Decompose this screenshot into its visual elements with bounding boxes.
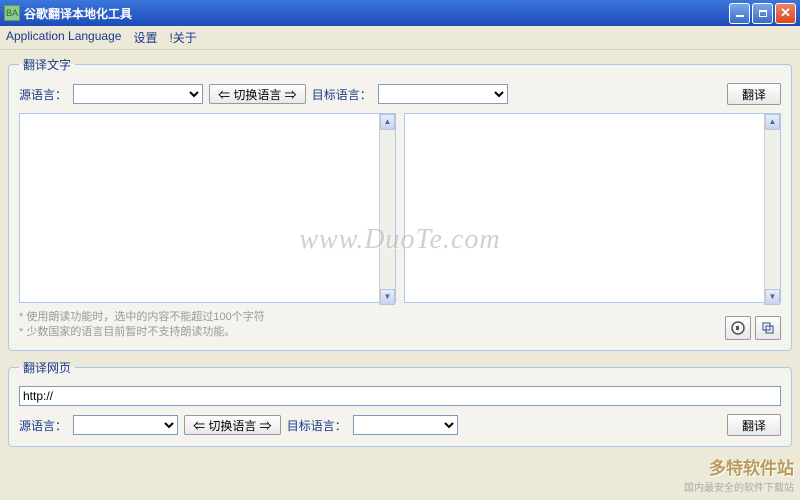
web-source-lang-label: 源语言： [19,417,67,434]
hints-text: * 使用朗读功能时，选中的内容不能超过100个字符 * 少数国家的语言目前暂时不… [19,310,725,340]
url-input[interactable] [19,386,781,406]
copy-button[interactable] [755,316,781,340]
speaker-icon [731,321,745,335]
source-text-input[interactable] [19,113,396,303]
web-target-lang-label: 目标语言： [287,417,347,434]
window-title: 谷歌翻译本地化工具 [24,5,729,22]
translate-text-panel: 翻译文字 源语言： ⇐ 切换语言 ⇒ 目标语言： 翻译 ▲ ▼ ▲ ▼ [8,56,792,351]
close-button[interactable]: ✕ [775,3,796,24]
target-text-output[interactable] [404,113,781,303]
scroll-down-icon[interactable]: ▼ [380,289,395,305]
scroll-down-icon[interactable]: ▼ [765,289,780,305]
window-controls: ✕ [729,3,796,24]
menu-settings[interactable]: 设置 [133,29,157,46]
hint-line-2: * 少数国家的语言目前暂时不支持朗读功能。 [19,325,725,340]
translate-web-legend: 翻译网页 [19,359,75,376]
minimize-button[interactable] [729,3,750,24]
menu-about[interactable]: !关于 [169,29,196,46]
copy-icon [761,321,775,335]
web-source-lang-select[interactable] [73,415,178,435]
scrollbar[interactable]: ▲ ▼ [764,114,780,305]
translate-web-panel: 翻译网页 源语言： ⇐ 切换语言 ⇒ 目标语言： 翻译 [8,359,792,447]
maximize-button[interactable] [752,3,773,24]
source-lang-label: 源语言： [19,86,67,103]
translate-web-button[interactable]: 翻译 [727,414,781,436]
watermark-brand-sub: 国内最安全的软件下载站 [684,479,794,494]
content-area: 翻译文字 源语言： ⇐ 切换语言 ⇒ 目标语言： 翻译 ▲ ▼ ▲ ▼ [0,50,800,461]
menu-app-language[interactable]: Application Language [6,29,121,46]
scrollbar[interactable]: ▲ ▼ [379,114,395,305]
titlebar: BA 谷歌翻译本地化工具 ✕ [0,0,800,26]
speak-button[interactable] [725,316,751,340]
web-target-lang-select[interactable] [353,415,458,435]
menubar: Application Language 设置 !关于 [0,26,800,50]
target-lang-select[interactable] [378,84,508,104]
swap-languages-button[interactable]: ⇐ 切换语言 ⇒ [209,84,306,104]
scroll-up-icon[interactable]: ▲ [380,114,395,130]
source-lang-select[interactable] [73,84,203,104]
app-icon: BA [4,5,20,21]
hint-line-1: * 使用朗读功能时，选中的内容不能超过100个字符 [19,310,725,325]
translate-text-button[interactable]: 翻译 [727,83,781,105]
translate-text-legend: 翻译文字 [19,56,75,73]
scroll-up-icon[interactable]: ▲ [765,114,780,130]
web-swap-languages-button[interactable]: ⇐ 切换语言 ⇒ [184,415,281,435]
target-lang-label: 目标语言： [312,86,372,103]
